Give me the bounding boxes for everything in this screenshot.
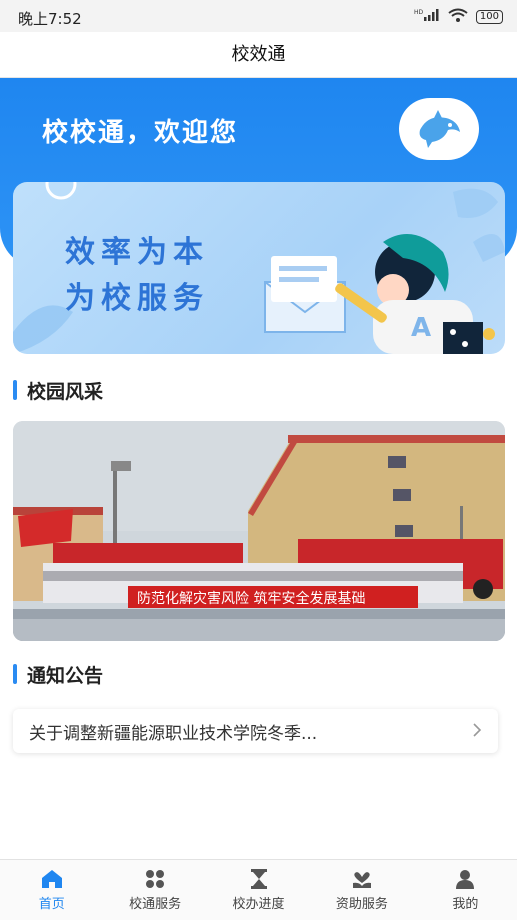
tab-aid-services[interactable]: 资助服务 <box>310 860 413 920</box>
battery-icon: 100 <box>475 9 503 24</box>
user-icon <box>456 869 475 889</box>
banner-slogan: 效率为本 为校服务 <box>65 230 209 322</box>
page-title: 校效通 <box>0 32 517 78</box>
welcome-text: 校校通，欢迎您 <box>42 118 239 148</box>
grid-icon <box>146 869 165 888</box>
home-icon <box>41 869 62 888</box>
campus-photo-image: 防范化解灾害风险 筑牢安全发展基础 <box>13 421 505 641</box>
tab-label-mine: 我的 <box>452 896 479 912</box>
tab-school-services[interactable]: 校通服务 <box>103 860 206 920</box>
svg-text:HD: HD <box>414 9 424 16</box>
status-time: 晚上7:52 <box>18 10 82 28</box>
hourglass-icon <box>250 868 267 889</box>
notice-item-text: 关于调整新疆能源职业技术学院冬季... <box>29 723 318 744</box>
tab-progress[interactable]: 校办进度 <box>207 860 310 920</box>
tab-home[interactable]: 首页 <box>0 860 103 920</box>
chevron-right-icon <box>472 719 482 743</box>
notice-item[interactable]: 关于调整新疆能源职业技术学院冬季... <box>13 709 498 753</box>
section-title-notice: 通知公告 <box>13 661 103 688</box>
section-title-campus: 校园风采 <box>13 377 103 404</box>
promo-banner[interactable]: A 效率为本 为校服务 <box>13 182 505 354</box>
campus-photo[interactable]: 防范化解灾害风险 筑牢安全发展基础 <box>13 421 505 641</box>
dolphin-avatar[interactable] <box>399 98 479 160</box>
dolphin-icon <box>419 110 460 148</box>
tab-label-aid-services: 资助服务 <box>335 896 388 912</box>
bottom-tab-bar: 首页 校通服务 校办进度 资助服务 我的 <box>0 859 517 920</box>
signal-icon: HD <box>414 8 440 25</box>
heart-hand-icon <box>352 871 371 888</box>
wifi-icon <box>448 8 468 25</box>
banner-line-2: 为校服务 <box>65 281 209 316</box>
status-icons: HD 100 <box>414 8 503 25</box>
tab-label-progress: 校办进度 <box>232 896 285 912</box>
tab-label-school-services: 校通服务 <box>129 896 182 912</box>
photo-banner-text: 防范化解灾害风险 筑牢安全发展基础 <box>137 590 365 607</box>
tab-mine[interactable]: 我的 <box>414 860 517 920</box>
banner-line-1: 效率为本 <box>65 235 209 270</box>
svg-text:A: A <box>411 313 431 343</box>
tab-label-home: 首页 <box>38 896 65 912</box>
status-bar: 晚上7:52 HD 100 <box>0 0 517 32</box>
